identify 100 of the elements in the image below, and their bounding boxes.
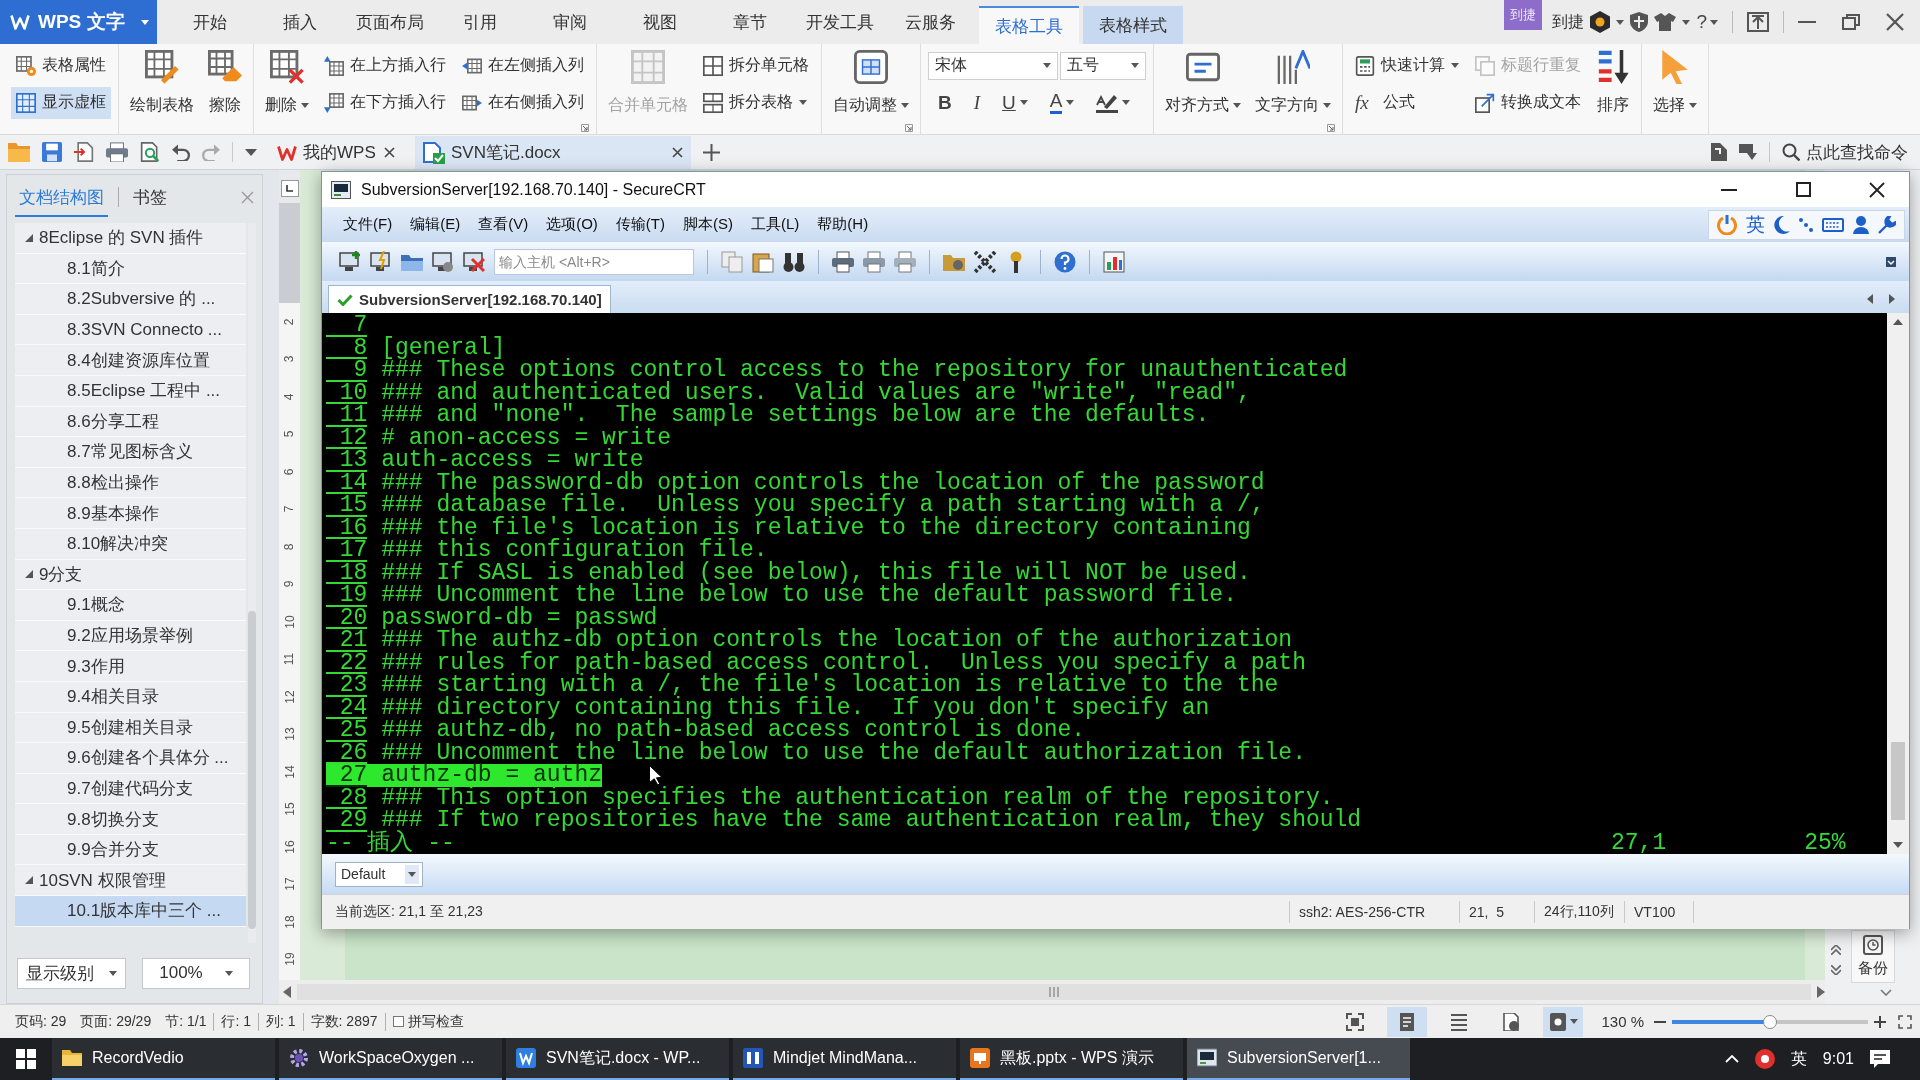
zoom-dropdown[interactable]: 100% xyxy=(142,957,250,989)
ribbon-button[interactable]: 排序 xyxy=(1592,48,1634,120)
outline-item[interactable]: 8.1简介 xyxy=(15,253,246,285)
wrench-icon[interactable] xyxy=(1878,215,1896,234)
checkbox[interactable] xyxy=(392,1016,404,1027)
ribbon-button[interactable]: 擦除 xyxy=(204,48,246,120)
scroll-down-icon[interactable] xyxy=(1893,842,1903,848)
outline-item[interactable]: 9分支 xyxy=(15,559,246,591)
monitor-network-icon[interactable] xyxy=(432,250,454,273)
chevron-down-icon[interactable] xyxy=(1880,989,1892,996)
scrollbar[interactable] xyxy=(248,223,256,943)
ribbon-button[interactable]: 在上方插入行 xyxy=(319,49,451,82)
ribbon-tab[interactable]: 表格工具 xyxy=(979,6,1079,44)
expand-corners-icon[interactable] xyxy=(1898,1014,1912,1029)
dialog-launcher-icon[interactable] xyxy=(905,124,913,132)
ribbon-button[interactable]: fx 公式 xyxy=(1350,86,1464,119)
outline-item[interactable]: 8.3SVN Connecto ... xyxy=(15,314,246,346)
ribbon-button[interactable]: 快速计算 xyxy=(1350,49,1464,82)
input-language[interactable]: 英 xyxy=(1746,211,1765,238)
dashed-x-icon[interactable] xyxy=(974,250,996,273)
printer-icon[interactable] xyxy=(894,250,916,273)
outline-item[interactable]: 10SVN 权限管理 xyxy=(15,865,246,897)
outline-item[interactable]: 8.4创建资源库位置 xyxy=(15,345,246,376)
ribbon-tab[interactable]: 开始 xyxy=(165,0,255,44)
outline-item[interactable]: 8.7常见图标含义 xyxy=(15,437,246,468)
dialog-launcher-icon[interactable] xyxy=(1327,124,1335,132)
outline-item[interactable]: 8.6分享工程 xyxy=(15,406,246,438)
user-badge[interactable]: 到捷 xyxy=(1504,0,1543,30)
ribbon-button[interactable]: 选择 xyxy=(1649,48,1701,120)
tab-stop-icon[interactable] xyxy=(280,180,299,197)
menu-item[interactable]: 查看(V) xyxy=(469,215,538,234)
menu-item[interactable]: 选项(O) xyxy=(537,215,607,234)
outline-item[interactable]: 9.5创建相关目录 xyxy=(15,712,246,744)
ribbon-tab[interactable]: 章节 xyxy=(705,0,795,44)
session-tab[interactable]: SubversionServer[192.168.70.140] xyxy=(328,285,611,313)
view-button[interactable] xyxy=(1387,1006,1428,1037)
print-preview-icon[interactable] xyxy=(140,142,160,162)
help-button[interactable]: ? xyxy=(1696,11,1718,33)
view-button[interactable] xyxy=(1543,1006,1584,1037)
expanded-triangle-icon[interactable] xyxy=(25,233,33,242)
user-name[interactable]: 到捷 xyxy=(1552,11,1585,33)
ribbon-button[interactable]: 绘制表格 xyxy=(126,48,198,120)
document-tab[interactable]: SVN笔记.docx xyxy=(415,136,691,169)
ribbon-tab[interactable]: 云服务 xyxy=(885,0,975,44)
menu-item[interactable]: 编辑(E) xyxy=(401,215,470,234)
dialog-launcher-icon[interactable] xyxy=(581,124,589,132)
horizontal-scrollbar[interactable] xyxy=(297,984,1811,1000)
outline-item[interactable]: 9.9合并分支 xyxy=(15,834,246,866)
ribbon-tab[interactable]: 插入 xyxy=(255,0,345,44)
ribbon-button[interactable]: 在右侧插入列 xyxy=(457,86,589,119)
maximize-icon[interactable] xyxy=(1795,182,1811,197)
menu-item[interactable]: 传输(T) xyxy=(606,215,674,234)
overflow-chevron-icon[interactable] xyxy=(1886,256,1896,267)
outline-item[interactable]: 9.4相关目录 xyxy=(15,681,246,713)
printer-icon[interactable] xyxy=(106,142,128,162)
save-icon[interactable] xyxy=(42,142,62,162)
ribbon-button[interactable]: 表格属性 xyxy=(11,49,111,82)
box-down-arrow-icon[interactable] xyxy=(1739,144,1757,160)
ribbon-tab[interactable]: 表格样式 xyxy=(1083,6,1183,44)
dots-icon[interactable] xyxy=(1799,217,1813,232)
ribbon-button[interactable]: 拆分单元格 xyxy=(698,49,814,82)
italic-button[interactable]: I xyxy=(963,87,991,118)
level-dropdown[interactable]: 显示级别 xyxy=(17,957,126,989)
printer-icon[interactable] xyxy=(832,250,854,273)
clock[interactable]: 9:01 xyxy=(1822,1050,1854,1068)
right-arrow-icon[interactable] xyxy=(1889,294,1895,304)
ribbon-button[interactable]: 显示虚框 xyxy=(11,86,111,119)
moon-icon[interactable] xyxy=(1774,215,1790,234)
person-icon[interactable] xyxy=(1853,215,1869,234)
ribbon-button[interactable]: 自动调整 xyxy=(829,48,913,120)
ribbon-tab[interactable]: 开发工具 xyxy=(795,0,885,44)
close-icon[interactable] xyxy=(384,147,395,158)
close-icon[interactable] xyxy=(1869,181,1885,198)
help-icon[interactable] xyxy=(1054,250,1076,273)
taskbar-item[interactable]: WorkSpaceOxygen ... xyxy=(279,1038,502,1080)
printer-icon[interactable] xyxy=(863,250,885,273)
bold-button[interactable]: B xyxy=(928,87,962,118)
window-chart-icon[interactable] xyxy=(1103,250,1125,273)
paste-icon[interactable] xyxy=(752,250,774,273)
hexagon-icon[interactable] xyxy=(1590,11,1611,33)
outline-item[interactable]: 9.7创建代码分支 xyxy=(15,773,246,805)
record-icon[interactable] xyxy=(1754,1049,1775,1069)
document-tab[interactable]: 我的WPS xyxy=(269,136,403,169)
ribbon-tab[interactable]: 审阅 xyxy=(525,0,615,44)
shield-icon[interactable] xyxy=(1630,12,1649,32)
ribbon-button[interactable]: 在左侧插入列 xyxy=(457,49,589,82)
close-icon[interactable] xyxy=(672,147,683,158)
scrollbar-thumb[interactable] xyxy=(248,611,256,929)
left-arrow-icon[interactable] xyxy=(1867,294,1873,304)
scrollbar-thumb[interactable] xyxy=(1891,742,1905,820)
menu-item[interactable]: 工具(L) xyxy=(742,215,809,234)
ribbon-button[interactable]: 拆分表格 xyxy=(698,86,814,119)
outline-item[interactable]: 8.8检出操作 xyxy=(15,467,246,499)
underline-button[interactable]: U xyxy=(992,87,1038,118)
double-down-icon[interactable] xyxy=(1831,965,1841,975)
plus-icon[interactable] xyxy=(1874,1015,1886,1028)
slider-thumb[interactable] xyxy=(1763,1014,1777,1029)
power-icon[interactable] xyxy=(1717,214,1737,235)
undo-icon[interactable] xyxy=(172,143,190,161)
font-color-button[interactable]: A xyxy=(1039,87,1085,118)
